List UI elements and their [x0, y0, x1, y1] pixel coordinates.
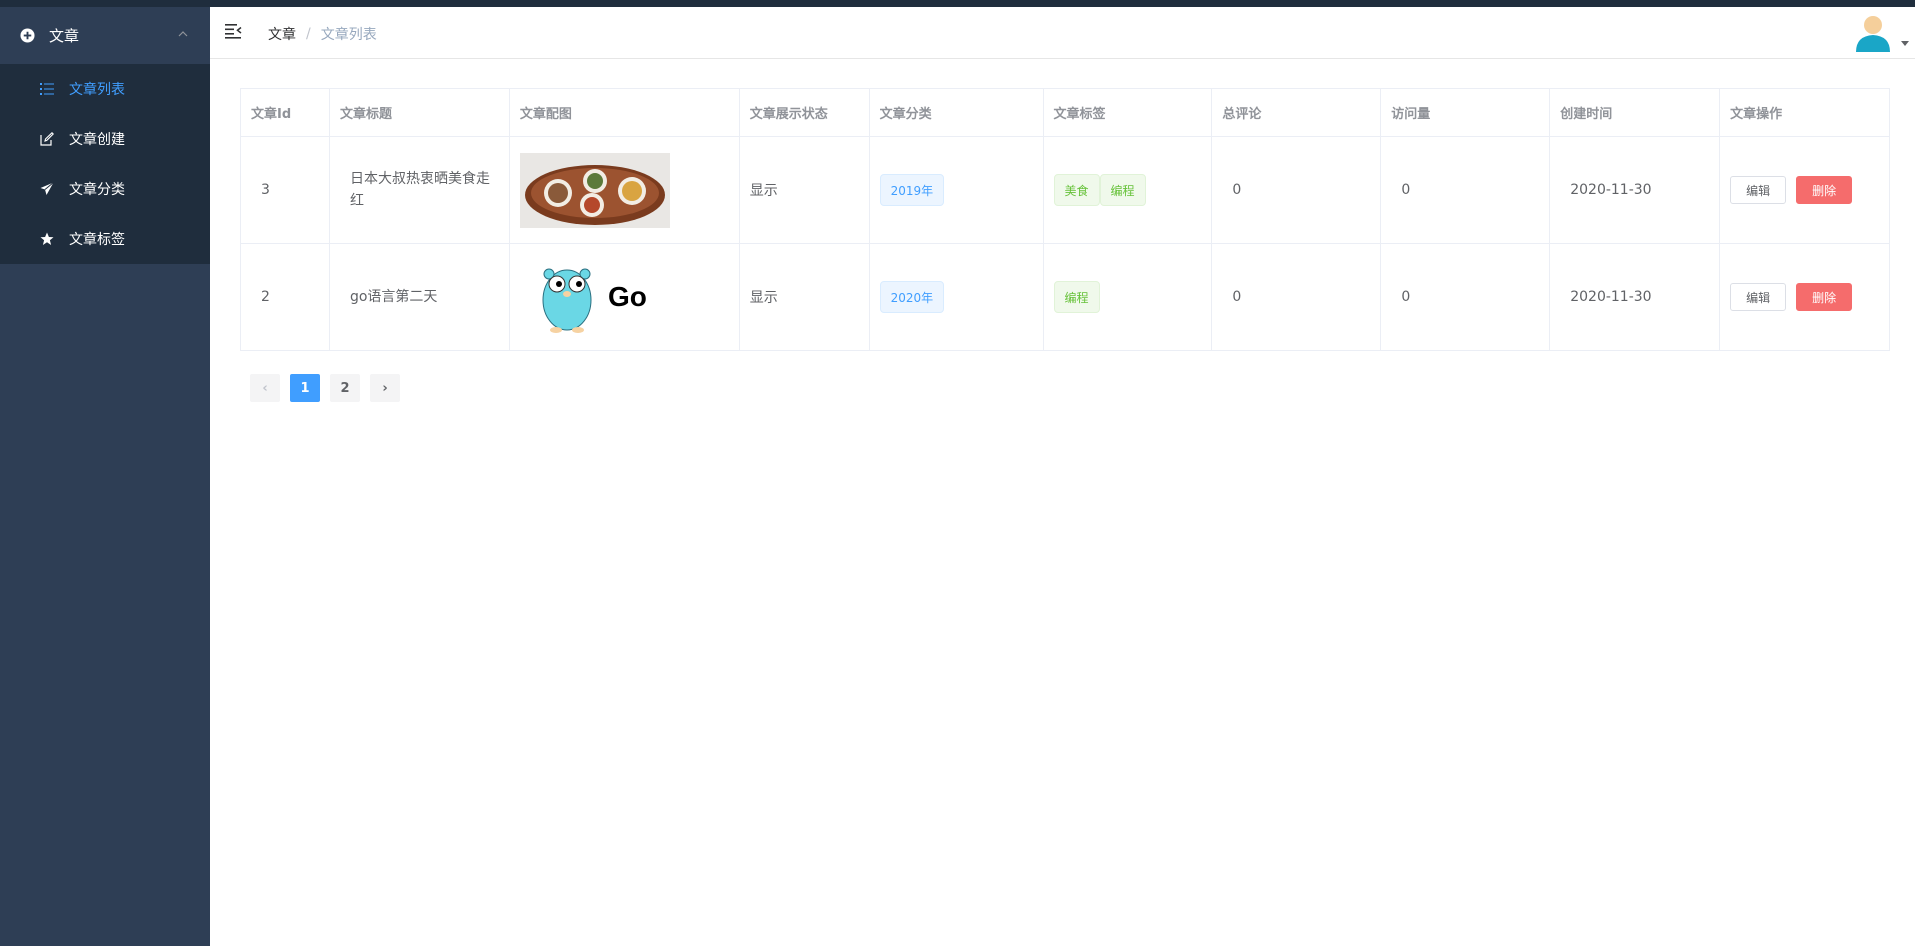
cell-title: go语言第二天	[330, 244, 510, 350]
breadcrumb-item-article[interactable]: 文章	[268, 24, 296, 44]
sidebar: 文章 文章列表 文章创建 文章分类 文章标签	[0, 7, 210, 946]
cell-views: 0	[1381, 244, 1551, 350]
cell-status: 显示	[740, 244, 870, 350]
user-avatar[interactable]	[1853, 13, 1893, 53]
cell-image: Go	[510, 244, 740, 350]
prev-page-button[interactable]: ‹	[250, 374, 280, 402]
column-header-tags: 文章标签	[1044, 89, 1213, 136]
cell-tags: 编程	[1044, 244, 1213, 350]
column-header-views: 访问量	[1381, 89, 1551, 136]
submenu: 文章列表 文章创建 文章分类 文章标签	[0, 64, 210, 264]
star-icon	[40, 232, 54, 245]
delete-button[interactable]: 删除	[1796, 176, 1853, 204]
article-table: 文章Id 文章标题 文章配图 文章展示状态 文章分类 文章标签 总评论 访问量 …	[240, 88, 1891, 351]
page-button-1[interactable]: 1	[290, 374, 320, 402]
column-header-category: 文章分类	[870, 89, 1044, 136]
breadcrumb-separator: /	[306, 26, 311, 42]
top-strip	[0, 0, 1915, 7]
menu-group-label: 文章	[49, 27, 80, 45]
chevron-up-icon	[178, 31, 188, 37]
cell-actions: 编辑 删除	[1720, 244, 1891, 350]
title-line: go语言第二天	[349, 289, 438, 305]
sidebar-item-label: 文章分类	[69, 182, 125, 198]
top-header: 文章 / 文章列表	[210, 7, 1915, 59]
menu-group-article[interactable]: 文章	[0, 7, 210, 64]
column-header-created: 创建时间	[1550, 89, 1721, 136]
cell-views: 0	[1381, 137, 1551, 243]
collapse-menu-icon[interactable]	[225, 23, 243, 39]
breadcrumb-item-article-list: 文章列表	[320, 27, 377, 43]
column-header-actions: 文章操作	[1720, 89, 1890, 136]
sidebar-item-label: 文章列表	[69, 82, 125, 98]
table-row: 3 日本大叔热衷晒美食走 红 显示 2019年 美食 编程 0 0 2020-1…	[241, 137, 1891, 244]
edit-button[interactable]: 编辑	[1730, 176, 1787, 204]
title-line: 日本大叔热衷晒美食走	[349, 171, 490, 187]
list-icon	[40, 83, 54, 95]
cell-created: 2020-11-30	[1550, 137, 1721, 243]
go-logo-text: Go	[608, 281, 647, 312]
delete-button[interactable]: 删除	[1796, 283, 1853, 311]
send-icon	[40, 182, 54, 195]
tag-badge: 编程	[1099, 174, 1146, 206]
sidebar-item-label: 文章创建	[69, 132, 125, 148]
edit-button[interactable]: 编辑	[1730, 283, 1787, 311]
cell-category: 2019年	[870, 137, 1044, 243]
tag-badge: 美食	[1053, 174, 1100, 206]
cell-image	[510, 137, 740, 243]
cell-comments: 0	[1212, 137, 1382, 243]
food-plate-image	[519, 152, 670, 228]
category-tag: 2019年	[879, 174, 945, 206]
breadcrumb: 文章 / 文章列表	[268, 24, 377, 44]
cell-title: 日本大叔热衷晒美食走 红	[330, 137, 510, 243]
cell-actions: 编辑 删除	[1720, 137, 1891, 243]
next-page-button[interactable]: ›	[370, 374, 400, 402]
table-header-row: 文章Id 文章标题 文章配图 文章展示状态 文章分类 文章标签 总评论 访问量 …	[241, 89, 1890, 137]
sidebar-item-label: 文章标签	[69, 232, 125, 248]
tag-badge: 编程	[1053, 281, 1100, 313]
cell-created: 2020-11-30	[1550, 244, 1721, 350]
cell-tags: 美食 编程	[1044, 137, 1213, 243]
table-row: 2 go语言第二天 Go 显示 2020年 编程 0 0 2020-11-30 …	[241, 244, 1891, 351]
column-header-image: 文章配图	[510, 89, 740, 136]
edit-icon	[40, 132, 54, 146]
cell-id: 3	[241, 137, 330, 243]
column-header-title: 文章标题	[330, 89, 510, 136]
sidebar-item-article-list[interactable]: 文章列表	[0, 64, 210, 114]
sidebar-item-article-category[interactable]: 文章分类	[0, 164, 210, 214]
column-header-comments: 总评论	[1212, 89, 1382, 136]
pagination: ‹ 1 2 ›	[250, 374, 410, 402]
cell-status: 显示	[740, 137, 870, 243]
category-tag: 2020年	[879, 281, 945, 313]
cell-id: 2	[241, 244, 330, 350]
go-gopher-image: Go	[519, 259, 670, 335]
column-header-status: 文章展示状态	[740, 89, 870, 136]
cell-category: 2020年	[870, 244, 1044, 350]
page-button-2[interactable]: 2	[330, 374, 360, 402]
cell-comments: 0	[1212, 244, 1382, 350]
plus-circle-icon	[20, 28, 35, 43]
title-line: 红	[349, 193, 364, 209]
sidebar-item-article-tag[interactable]: 文章标签	[0, 214, 210, 264]
sidebar-item-article-create[interactable]: 文章创建	[0, 114, 210, 164]
column-header-id: 文章Id	[241, 89, 330, 136]
caret-down-icon[interactable]	[1901, 41, 1909, 47]
